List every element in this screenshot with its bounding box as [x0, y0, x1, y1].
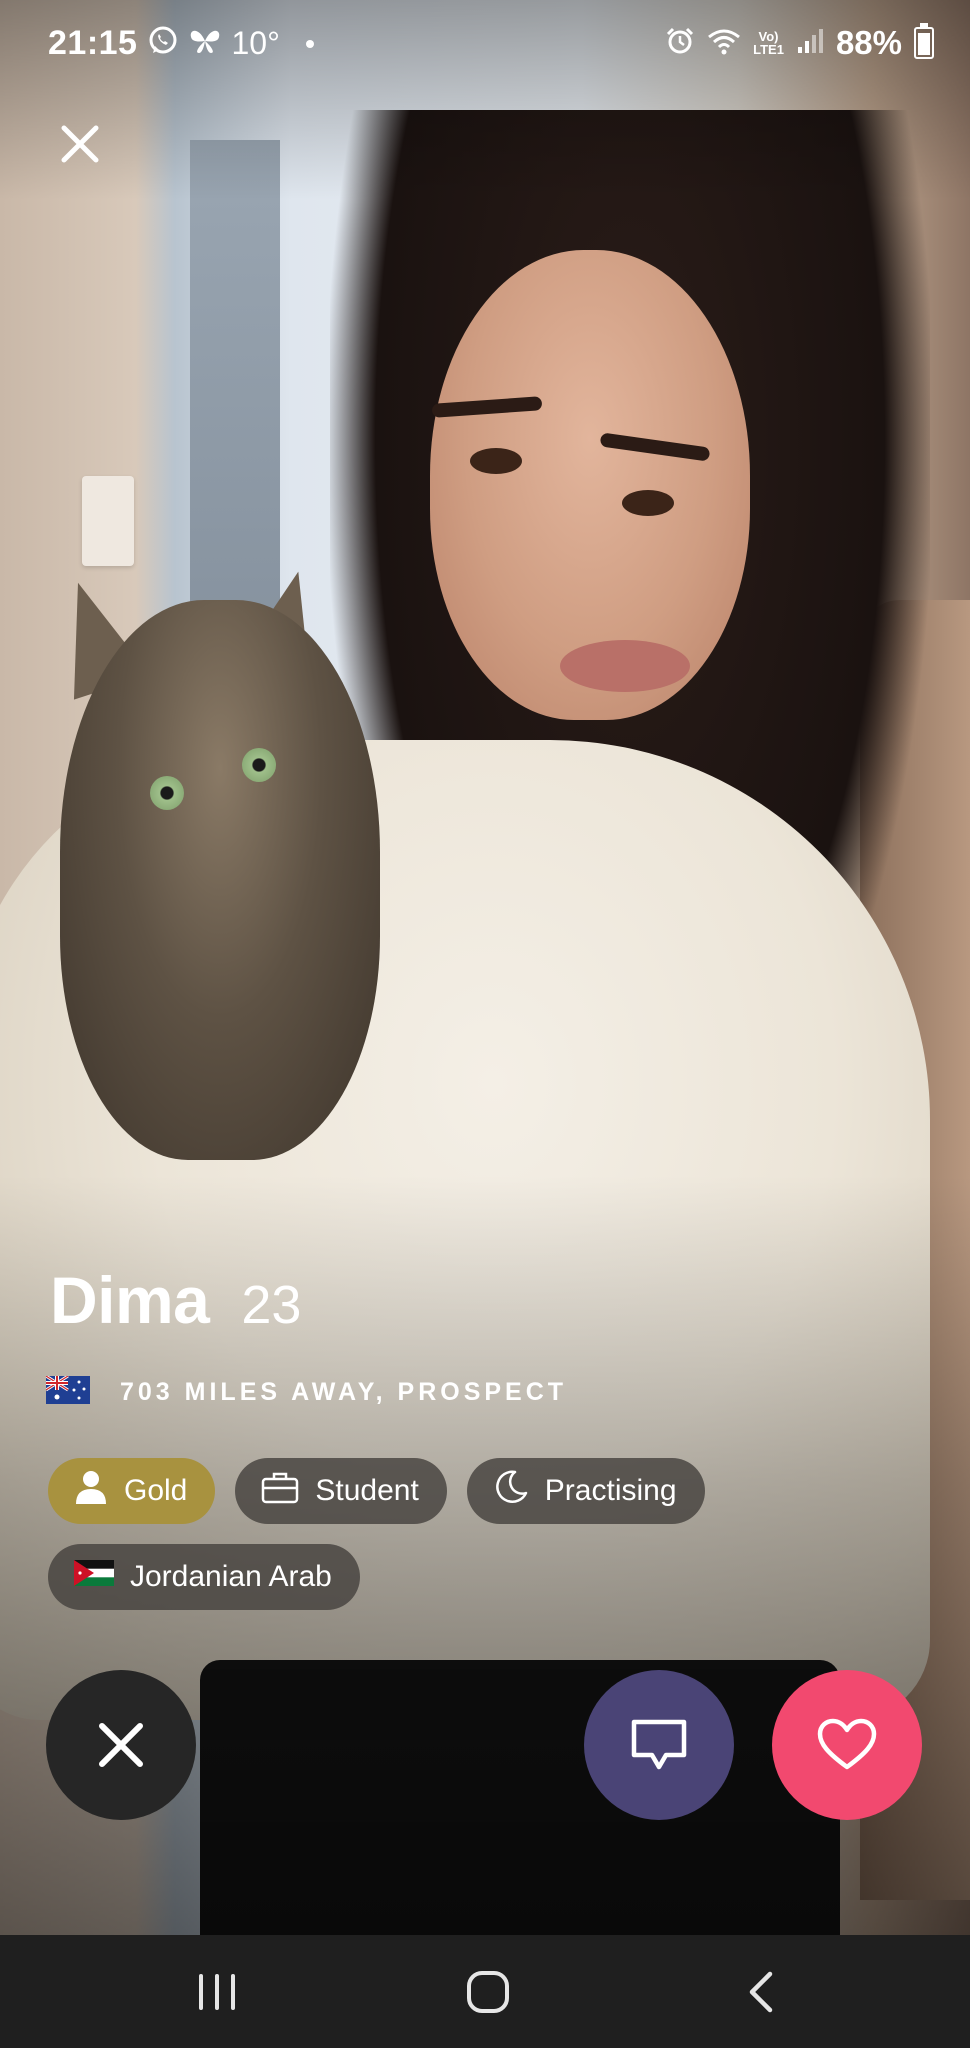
australia-flag-icon [45, 1374, 90, 1409]
profile-location-row: 703 MILES AWAY, PROSPECT [45, 1374, 568, 1409]
tag-membership[interactable]: Gold [48, 1458, 216, 1524]
close-profile-button[interactable] [52, 116, 108, 172]
like-button[interactable] [772, 1670, 922, 1820]
profile-name: Dima [50, 1263, 210, 1337]
chat-bubble-icon [631, 1719, 687, 1770]
briefcase-icon [261, 1470, 299, 1512]
tag-occupation-label: Student [315, 1474, 419, 1507]
recent-apps-button[interactable] [157, 1935, 277, 2048]
photo-lips [560, 640, 690, 692]
tag-ethnicity[interactable]: Jordanian Arab [48, 1544, 360, 1610]
weather-temperature: 10° [231, 25, 280, 61]
network-lte-label: LTE1 [753, 42, 784, 57]
profile-photo[interactable] [0, 0, 970, 1935]
photo-cat [60, 600, 380, 1160]
battery-percentage: 88% [835, 24, 902, 61]
back-button[interactable] [700, 1935, 820, 2048]
status-left: 21:15 10° [48, 24, 314, 63]
home-icon [467, 1970, 509, 2013]
heart-icon [817, 1718, 877, 1770]
back-chevron-icon [749, 1971, 773, 2012]
close-icon [61, 125, 99, 163]
tag-occupation[interactable]: Student [235, 1458, 447, 1524]
alarm-icon [665, 26, 695, 61]
home-button[interactable] [428, 1935, 548, 2048]
close-icon [99, 1723, 143, 1767]
profile-tags: Gold Student Practising Jordanian Arab [48, 1458, 928, 1610]
notification-dot-icon [305, 39, 314, 48]
status-bar: 21:15 10° Vo) LTE1 88% [0, 0, 970, 92]
tag-religiosity-label: Practising [544, 1474, 677, 1507]
profile-name-row: Dima 23 [50, 1262, 301, 1338]
tag-ethnicity-label: Jordanian Arab [130, 1560, 332, 1593]
wifi-icon [707, 27, 741, 60]
status-right: Vo) LTE1 88% [665, 23, 934, 62]
message-button[interactable] [584, 1670, 734, 1820]
whatsapp-icon [147, 25, 179, 62]
battery-icon [914, 23, 934, 59]
photo-cat-eye-right [242, 748, 276, 782]
pass-button[interactable] [46, 1670, 196, 1820]
photo-eye-right [622, 490, 674, 516]
person-icon [74, 1469, 108, 1513]
network-type-indicator: Vo) LTE1 [753, 30, 784, 56]
profile-location: 703 MILES AWAY, PROSPECT [120, 1378, 568, 1406]
photo-light-switch [82, 476, 134, 566]
tag-membership-label: Gold [124, 1474, 188, 1507]
recent-apps-icon [199, 1973, 235, 2010]
system-navigation-bar [0, 1935, 970, 2048]
signal-icon [796, 27, 824, 60]
profile-age: 23 [241, 1275, 302, 1335]
status-time: 21:15 [48, 24, 138, 62]
photo-eye-left [470, 448, 522, 474]
jordan-flag-icon [74, 1560, 114, 1594]
photo-cat-eye-left [150, 776, 184, 810]
tag-religiosity[interactable]: Practising [466, 1458, 705, 1524]
moon-icon [493, 1469, 529, 1513]
butterfly-icon [189, 27, 221, 60]
